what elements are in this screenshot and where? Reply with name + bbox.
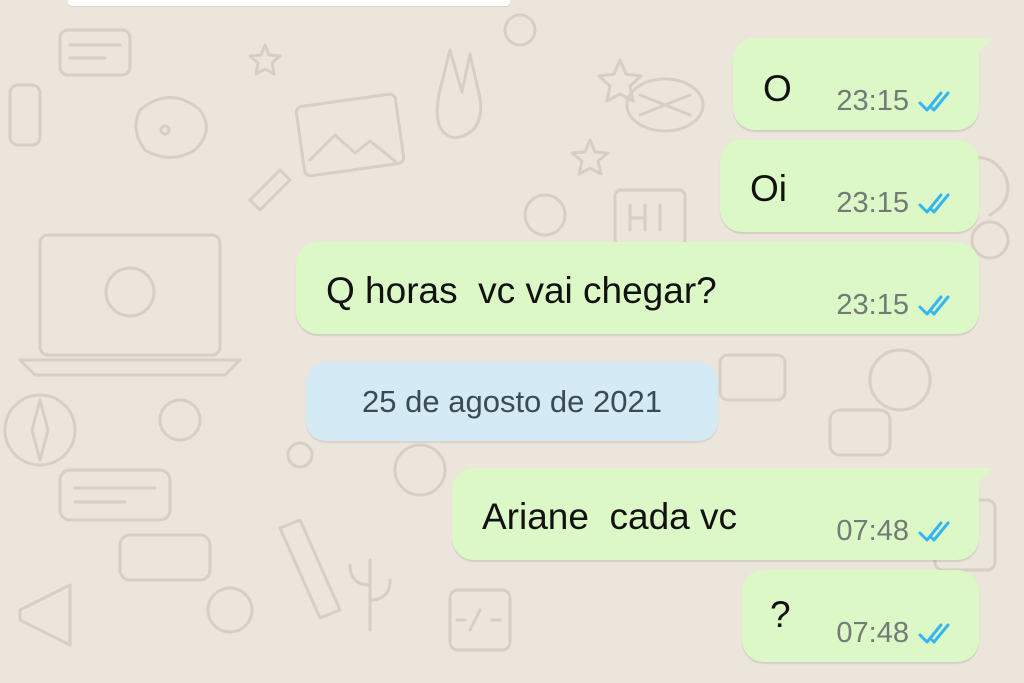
date-separator: 25 de agosto de 2021 (306, 362, 718, 441)
message-bubble[interactable]: Q horas vc vai chegar? 23:15 (296, 242, 979, 334)
double-check-icon (918, 193, 950, 213)
double-check-icon (918, 295, 950, 315)
top-bar-edge (68, 0, 510, 6)
date-separator-label: 25 de agosto de 2021 (362, 383, 662, 419)
message-bubble[interactable]: ? 07:48 (742, 570, 979, 662)
message-bubble[interactable]: Ariane cada vc 07:48 (452, 468, 993, 560)
bubble-tail (971, 38, 993, 60)
message-time: 23:15 (836, 289, 909, 321)
message-text: O (763, 68, 792, 109)
message-meta: 07:48 (836, 517, 957, 546)
message-time: 07:48 (836, 515, 909, 547)
double-check-icon (918, 623, 950, 643)
message-bubble[interactable]: Oi 23:15 (720, 140, 979, 232)
message-text: Oi (750, 168, 787, 209)
double-check-icon (918, 91, 950, 111)
message-time: 23:15 (836, 187, 909, 219)
message-time: 23:15 (836, 85, 909, 117)
message-time: 07:48 (836, 617, 909, 649)
message-meta: 23:15 (836, 189, 957, 218)
message-meta: 23:15 (836, 87, 957, 116)
message-meta: 23:15 (836, 291, 957, 320)
double-check-icon (918, 521, 950, 541)
bubble-tail (971, 468, 993, 490)
message-bubble[interactable]: O 23:15 (733, 38, 993, 130)
message-meta: 07:48 (836, 619, 957, 648)
message-text: Q horas vc vai chegar? (326, 270, 717, 311)
message-text: ? (770, 594, 791, 635)
message-text: Ariane cada vc (482, 496, 738, 537)
